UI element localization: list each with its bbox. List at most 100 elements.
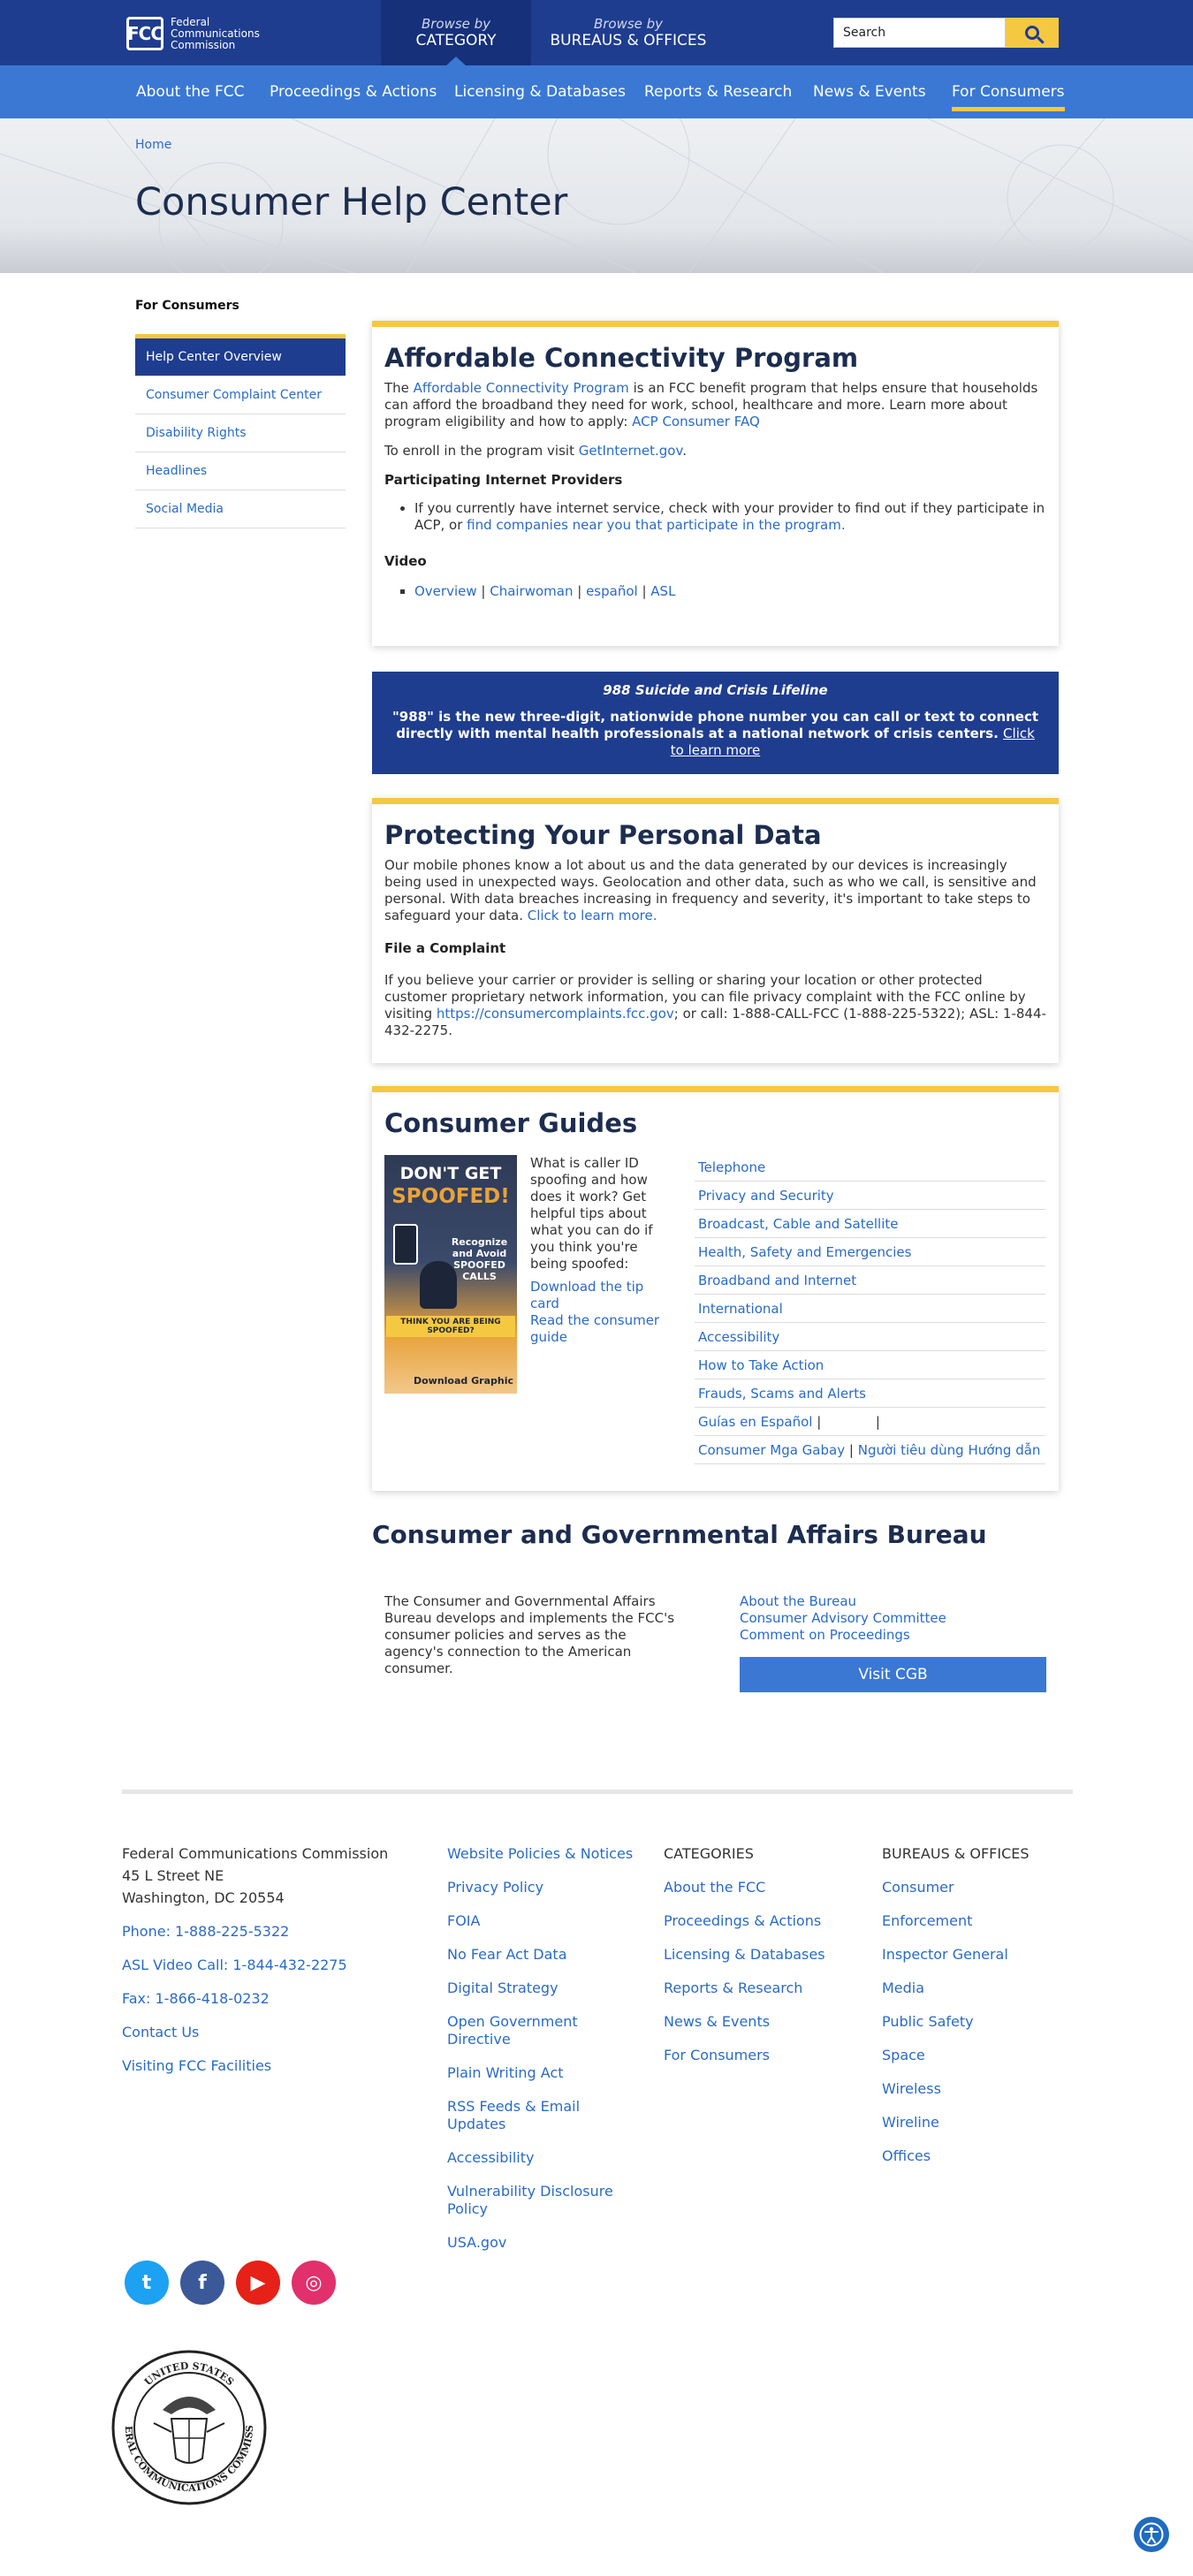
video-list: Overview | Chairwoman | español | ASL xyxy=(414,583,1046,600)
accessibility-icon[interactable] xyxy=(1134,2517,1169,2552)
sidebar-item-headlines[interactable]: Headlines xyxy=(135,452,346,490)
guide-telephone[interactable]: Telephone xyxy=(695,1153,1045,1182)
video-asl-link[interactable]: ASL xyxy=(650,583,675,599)
hero-banner: Home Consumer Help Center xyxy=(0,118,1193,273)
acp-intro-pre: The xyxy=(384,380,414,396)
youtube-icon[interactable]: ▶ xyxy=(236,2261,280,2305)
vietnamese-guides-link[interactable]: Người tiêu dùng Hướng dẫn xyxy=(858,1442,1041,1458)
nav-reports[interactable]: Reports & Research xyxy=(644,65,792,118)
footer-bureau-publicsafety[interactable]: Public Safety xyxy=(882,2013,974,2030)
guide-international[interactable]: International xyxy=(695,1295,1045,1323)
footer-categories-column: CATEGORIES About the FCC Proceedings & A… xyxy=(664,1845,854,2080)
footer-bureau-enforcement[interactable]: Enforcement xyxy=(882,1912,972,1929)
footer-bureau-ig[interactable]: Inspector General xyxy=(882,1946,1008,1963)
consumer-complaints-link[interactable]: https://consumercomplaints.fcc.gov xyxy=(437,1006,674,1022)
main-nav: About the FCC Proceedings & Actions Lice… xyxy=(0,65,1193,118)
footer-cat-licensing[interactable]: Licensing & Databases xyxy=(664,1946,825,1963)
footer-cat-news[interactable]: News & Events xyxy=(664,2013,770,2030)
lifeline-title: 988 Suicide and Crisis Lifeline xyxy=(603,682,828,698)
browse-by-bureaus-button[interactable]: Browse by Bureaus & Offices xyxy=(540,0,717,65)
footer-policy-privacy[interactable]: Privacy Policy xyxy=(447,1879,543,1896)
footer-cat-consumers[interactable]: For Consumers xyxy=(664,2047,770,2063)
footer-bureau-wireline[interactable]: Wireline xyxy=(882,2114,939,2131)
instagram-icon[interactable]: ◎ xyxy=(292,2261,336,2305)
footer-policy-foia[interactable]: FOIA xyxy=(447,1912,480,1929)
sidebar-item-disability-rights[interactable]: Disability Rights xyxy=(135,414,346,452)
footer-asl-link[interactable]: ASL Video Call: 1-844-432-2275 xyxy=(122,1957,347,1973)
sidebar-item-complaint-center[interactable]: Consumer Complaint Center xyxy=(135,376,346,414)
acp-enroll-post: . xyxy=(682,443,687,459)
search-input[interactable]: Search xyxy=(833,18,1006,48)
search-button[interactable] xyxy=(1006,18,1059,48)
guide-broadcast[interactable]: Broadcast, Cable and Satellite xyxy=(695,1210,1045,1238)
getinternet-link[interactable]: GetInternet.gov xyxy=(579,443,682,459)
facebook-icon[interactable]: f xyxy=(180,2261,224,2305)
poster-line-1: DON'T GET xyxy=(399,1164,502,1183)
footer-cat-reports[interactable]: Reports & Research xyxy=(664,1979,802,1996)
mga-gabay-link[interactable]: Consumer Mga Gabay xyxy=(698,1442,845,1458)
logo-line-1: Federal xyxy=(171,15,210,28)
nav-news[interactable]: News & Events xyxy=(813,65,926,118)
personal-data-learn-more-link[interactable]: Click to learn more. xyxy=(528,908,657,923)
footer-bureau-offices[interactable]: Offices xyxy=(882,2147,931,2164)
footer-bureau-wireless[interactable]: Wireless xyxy=(882,2080,941,2097)
footer-policy-vulnerability[interactable]: Vulnerability Disclosure Policy xyxy=(447,2183,613,2217)
sidebar-menu: Help Center Overview Consumer Complaint … xyxy=(135,334,346,528)
footer-policy-plainwriting[interactable]: Plain Writing Act xyxy=(447,2064,564,2081)
guias-espanol-link[interactable]: Guías en Español xyxy=(698,1414,812,1430)
footer-policy-website[interactable]: Website Policies & Notices xyxy=(447,1845,633,1862)
spoofing-poster-image[interactable]: DON'T GET SPOOFED! Recognize and Avoid S… xyxy=(384,1155,517,1394)
acp-title: Affordable Connectivity Program xyxy=(384,343,859,373)
read-consumer-guide-link[interactable]: Read the consumer guide xyxy=(530,1312,659,1345)
nav-licensing[interactable]: Licensing & Databases xyxy=(454,65,626,118)
nav-for-consumers[interactable]: For Consumers xyxy=(952,65,1065,118)
browse-by-category-button[interactable]: Browse by Category xyxy=(381,0,531,65)
acp-faq-link[interactable]: ACP Consumer FAQ xyxy=(632,414,760,429)
footer-policy-nofear[interactable]: No Fear Act Data xyxy=(447,1946,567,1963)
footer-policy-usagov[interactable]: USA.gov xyxy=(447,2234,506,2251)
guide-broadband[interactable]: Broadband and Internet xyxy=(695,1266,1045,1295)
poster-line-4: THINK YOU ARE BEING SPOOFED? xyxy=(386,1316,515,1337)
sidebar-item-help-center-overview[interactable]: Help Center Overview xyxy=(135,338,346,376)
breadcrumb-home[interactable]: Home xyxy=(135,138,171,152)
footer-policy-rss[interactable]: RSS Feeds & Email Updates xyxy=(447,2098,580,2132)
find-companies-link[interactable]: find companies near you that participate… xyxy=(467,517,845,533)
download-tip-card-link[interactable]: Download the tip card xyxy=(530,1279,643,1311)
fcc-logo[interactable]: FCC Federal Communications Commission xyxy=(126,16,260,51)
fcc-logo-text: Federal Communications Commission xyxy=(171,15,260,51)
footer-bureau-space[interactable]: Space xyxy=(882,2047,925,2063)
spoofing-description: What is caller ID spoofing and how does … xyxy=(530,1155,653,1272)
providers-item: If you currently have internet service, … xyxy=(414,500,1046,534)
footer-policy-digital[interactable]: Digital Strategy xyxy=(447,1979,559,1996)
guide-frauds[interactable]: Frauds, Scams and Alerts xyxy=(695,1379,1045,1408)
accessibility-figure-icon xyxy=(1139,2522,1164,2547)
footer-visiting-link[interactable]: Visiting FCC Facilities xyxy=(122,2057,271,2074)
comment-proceedings-link[interactable]: Comment on Proceedings xyxy=(740,1627,910,1643)
sidebar-item-social-media[interactable]: Social Media xyxy=(135,490,346,528)
footer-fax-link[interactable]: Fax: 1-866-418-0232 xyxy=(122,1990,270,2007)
footer-cat-proceedings[interactable]: Proceedings & Actions xyxy=(664,1912,821,1929)
video-espanol-link[interactable]: español xyxy=(586,583,638,599)
guide-accessibility[interactable]: Accessibility xyxy=(695,1323,1045,1351)
visit-cgb-button[interactable]: Visit CGB xyxy=(740,1657,1046,1692)
guide-health-safety[interactable]: Health, Safety and Emergencies xyxy=(695,1238,1045,1266)
guide-privacy[interactable]: Privacy and Security xyxy=(695,1182,1045,1210)
footer-bureau-consumer[interactable]: Consumer xyxy=(882,1879,954,1896)
about-bureau-link[interactable]: About the Bureau xyxy=(740,1593,856,1609)
footer-bureau-media[interactable]: Media xyxy=(882,1979,924,1996)
guide-take-action[interactable]: How to Take Action xyxy=(695,1351,1045,1379)
acp-program-link[interactable]: Affordable Connectivity Program xyxy=(414,380,629,396)
footer-phone-link[interactable]: Phone: 1-888-225-5322 xyxy=(122,1923,289,1940)
footer-policy-opengov[interactable]: Open Government Directive xyxy=(447,2013,578,2048)
video-overview-link[interactable]: Overview xyxy=(414,583,477,599)
phone-icon xyxy=(393,1224,418,1265)
twitter-icon[interactable]: t xyxy=(125,2261,169,2305)
nav-about[interactable]: About the FCC xyxy=(136,65,245,118)
footer-contact-us-link[interactable]: Contact Us xyxy=(122,2024,199,2040)
browse-bureaus-big: Bureaus & Offices xyxy=(550,32,707,49)
footer-cat-about[interactable]: About the FCC xyxy=(664,1879,765,1896)
advisory-committee-link[interactable]: Consumer Advisory Committee xyxy=(740,1610,946,1626)
nav-proceedings[interactable]: Proceedings & Actions xyxy=(270,65,437,118)
video-chairwoman-link[interactable]: Chairwoman xyxy=(490,583,573,599)
footer-policy-accessibility[interactable]: Accessibility xyxy=(447,2149,534,2166)
